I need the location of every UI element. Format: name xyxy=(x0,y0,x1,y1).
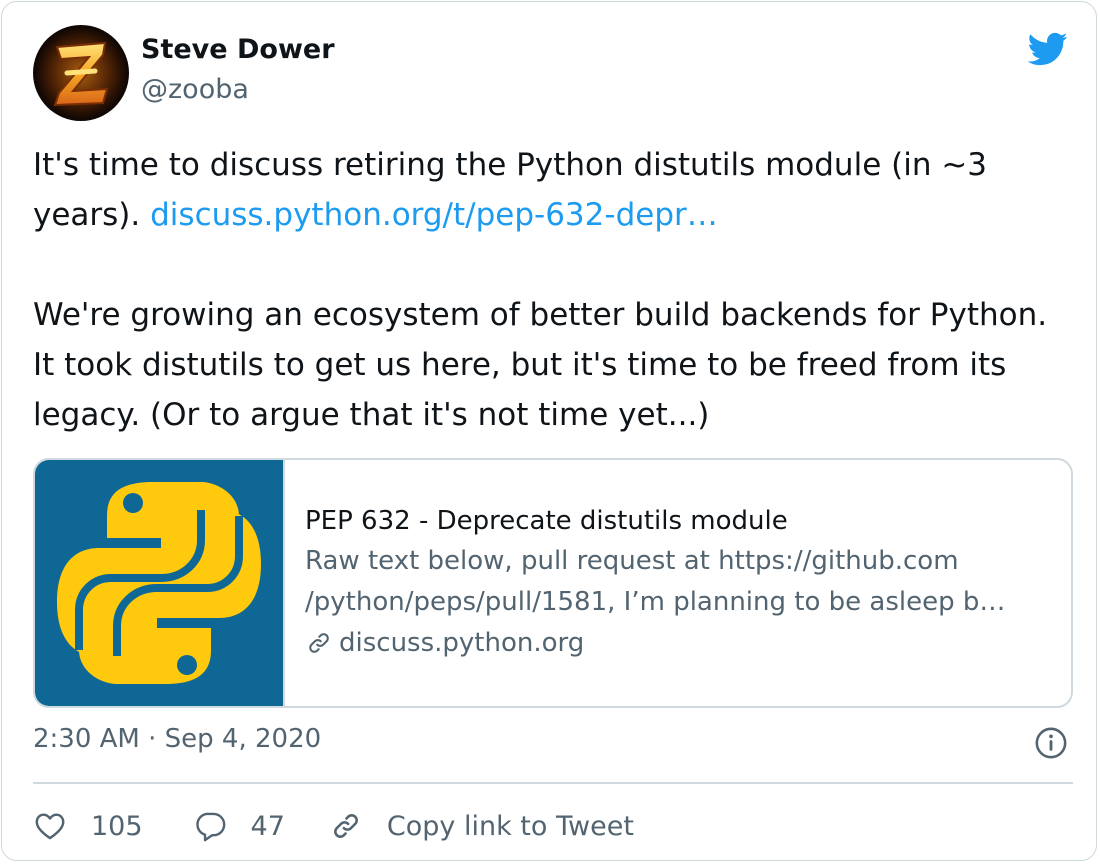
preview-description: Raw text below, pull request at https://… xyxy=(305,541,1055,623)
reply-count: 47 xyxy=(250,810,285,842)
divider xyxy=(33,782,1073,784)
tweet-paragraph-1: It's time to discuss retiring the Python… xyxy=(33,140,1053,240)
tweet-timestamp[interactable]: 2:30 AM · Sep 4, 2020 xyxy=(33,724,321,754)
preview-description-line-1: Raw text below, pull request at https://… xyxy=(305,546,959,576)
action-bar: 105 47 Copy link to Tweet xyxy=(33,802,634,850)
tweet-link[interactable]: discuss.python.org/t/pep-632-depr… xyxy=(150,197,718,233)
twitter-bird-icon[interactable] xyxy=(1022,28,1072,70)
preview-image[interactable] xyxy=(35,460,285,706)
link-icon xyxy=(309,633,329,653)
author-name[interactable]: Steve Dower xyxy=(141,34,335,65)
link-preview-card[interactable]: PEP 632 - Deprecate distutils module Raw… xyxy=(33,458,1073,708)
preview-body: PEP 632 - Deprecate distutils module Raw… xyxy=(305,501,1055,663)
info-icon[interactable] xyxy=(1034,726,1068,760)
preview-title[interactable]: PEP 632 - Deprecate distutils module xyxy=(305,501,1055,541)
preview-domain: discuss.python.org xyxy=(305,623,1055,663)
like-button[interactable]: 105 xyxy=(33,809,143,843)
link-chain-icon xyxy=(333,814,358,838)
tweet-body: It's time to discuss retiring the Python… xyxy=(33,140,1053,440)
tweet-card: Steve Dower @zooba It's time to discuss … xyxy=(1,1,1097,861)
copy-link-button[interactable]: Copy link to Tweet xyxy=(329,809,634,843)
like-count: 105 xyxy=(91,810,143,842)
reply-button[interactable]: 47 xyxy=(193,809,285,843)
tweet-paragraph-2: We're growing an ecosystem of better bui… xyxy=(33,297,1048,433)
author-handle[interactable]: @zooba xyxy=(141,74,249,105)
reply-bubble-icon xyxy=(195,812,225,842)
preview-description-line-2: /python/peps/pull/1581, I’m planning to … xyxy=(305,587,1006,617)
heart-icon xyxy=(35,813,65,840)
author-avatar[interactable] xyxy=(33,25,129,121)
preview-domain-text: discuss.python.org xyxy=(339,628,585,658)
z-logo-icon xyxy=(35,27,127,119)
copy-link-label: Copy link to Tweet xyxy=(386,810,634,842)
python-logo-icon xyxy=(57,482,261,684)
